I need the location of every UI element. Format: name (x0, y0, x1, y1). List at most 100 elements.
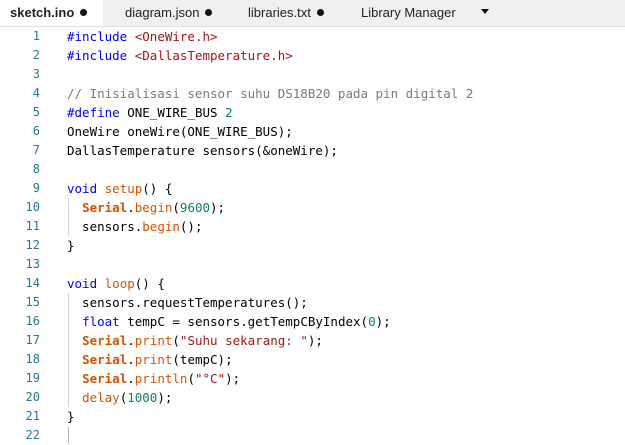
code-token: } (67, 409, 75, 424)
code-text: sensors.requestTemperatures(); (67, 293, 308, 312)
code-token: () { (134, 276, 165, 291)
code-line: 16 float tempC = sensors.getTempCByIndex… (0, 312, 625, 331)
tab-library-manager[interactable]: Library Manager (361, 0, 456, 26)
code-line: 1 #include <OneWire.h> (0, 27, 625, 46)
code-token: 2 (225, 105, 233, 120)
line-number: 2 (32, 48, 40, 62)
code-token: ); (210, 200, 233, 215)
code-line: 12} (0, 236, 625, 255)
line-number: 17 (25, 333, 40, 347)
code-token: "°C" (194, 371, 226, 386)
code-token: setup (104, 181, 143, 196)
code-token: sensors.requestTemperatures(); (67, 295, 308, 310)
code-token: () { (142, 181, 173, 196)
code-token: . (127, 352, 135, 367)
tab-label: diagram.json (125, 5, 200, 20)
line-number: 13 (25, 257, 40, 271)
tab-label: sketch.ino (10, 5, 75, 20)
code-line: 19 Serial.println("°C"); (0, 369, 625, 388)
unsaved-dot-icon (316, 9, 324, 16)
tab-diagram-json[interactable]: diagram.json (125, 0, 213, 26)
code-token: ( (172, 333, 180, 348)
code-text: DallasTemperature sensors(&oneWire); (67, 141, 338, 160)
tab-sketch-ino[interactable]: sketch.ino (0, 0, 103, 26)
code-token: loop (104, 276, 135, 291)
code-editor[interactable]: 1 #include <OneWire.h> 2 #include <DallasTe… (0, 27, 625, 443)
code-token: #define (67, 105, 120, 120)
code-token: Serial (82, 333, 128, 348)
code-token: ); (225, 371, 241, 386)
code-token: sensors. (67, 219, 143, 234)
code-text: #include <OneWire.h> (67, 27, 218, 46)
code-token: (); (179, 219, 203, 234)
code-token: OneWire oneWire(ONE_WIRE_BUS); (67, 124, 293, 139)
code-line: 5 #define ONE_WIRE_BUS 2 (0, 103, 625, 122)
code-line: 21} (0, 407, 625, 426)
code-line: 15 sensors.requestTemperatures(); (0, 293, 625, 312)
code-text: } (67, 236, 75, 255)
line-number: 3 (32, 67, 40, 81)
code-token: void (67, 276, 98, 291)
code-text: Serial.print("Suhu sekarang: "); (67, 331, 323, 350)
code-token: delay (82, 390, 120, 405)
code-line: 3 (0, 65, 625, 84)
code-token: <OneWire.h> (134, 29, 218, 44)
code-text: } (67, 407, 75, 426)
code-token: void (67, 181, 98, 196)
code-text: #define ONE_WIRE_BUS 2 (67, 103, 233, 122)
code-text: float tempC = sensors.getTempCByIndex(0)… (67, 312, 391, 331)
code-line: 8 (0, 160, 625, 179)
code-token: print (134, 333, 173, 348)
code-token: 0 (368, 314, 376, 329)
code-line: 4 // Inisialisasi sensor suhu DS18B20 pad… (0, 84, 625, 103)
code-token: begin (142, 219, 180, 234)
code-token: Serial (82, 352, 128, 367)
code-line: 22 (0, 426, 625, 445)
line-number: 14 (25, 276, 40, 290)
code-text: sensors.begin(); (67, 217, 202, 236)
line-number: 4 (32, 86, 40, 100)
line-number: 15 (25, 295, 40, 309)
code-token: "Suhu sekarang: " (179, 333, 308, 348)
code-text: Serial.println("°C"); (67, 369, 240, 388)
line-number: 6 (32, 124, 40, 138)
line-number: 10 (25, 200, 40, 214)
code-token: Serial (82, 371, 128, 386)
tab-libraries-txt[interactable]: libraries.txt (248, 0, 324, 26)
line-number: 7 (32, 143, 40, 157)
code-token: #include (67, 48, 128, 63)
code-line: 7 DallasTemperature sensors(&oneWire); (0, 141, 625, 160)
code-line: 13 (0, 255, 625, 274)
line-number: 19 (25, 371, 40, 385)
code-line: 9 void setup() { (0, 179, 625, 198)
code-text: void setup() { (67, 179, 172, 198)
line-number: 5 (32, 105, 40, 119)
code-token: DallasTemperature sensors(&oneWire); (67, 143, 338, 158)
code-token: ); (157, 390, 173, 405)
code-text: Serial.print(tempC); (67, 350, 233, 369)
line-number: 21 (25, 409, 40, 423)
line-number: 16 (25, 314, 40, 328)
line-number: 22 (25, 428, 40, 442)
editor-tab-bar: sketch.ino diagram.json libraries.txt Li… (0, 0, 625, 27)
code-token: #include (67, 29, 128, 44)
unsaved-dot-icon (80, 9, 88, 16)
unsaved-dot-icon (205, 9, 213, 16)
code-line: 20 delay(1000); (0, 388, 625, 407)
tab-label: Library Manager (361, 5, 456, 20)
code-token: Serial (82, 200, 128, 215)
code-text: // Inisialisasi sensor suhu DS18B20 pada… (67, 84, 473, 103)
code-token: tempC = sensors.getTempCByIndex( (119, 314, 369, 329)
code-token: <DallasTemperature.h> (134, 48, 293, 63)
code-token: // Inisialisasi sensor suhu DS18B20 pada… (67, 86, 474, 101)
code-line: 14 void loop() { (0, 274, 625, 293)
chevron-down-icon[interactable] (481, 9, 489, 14)
line-number: 18 (25, 352, 40, 366)
line-number: 8 (32, 162, 40, 176)
